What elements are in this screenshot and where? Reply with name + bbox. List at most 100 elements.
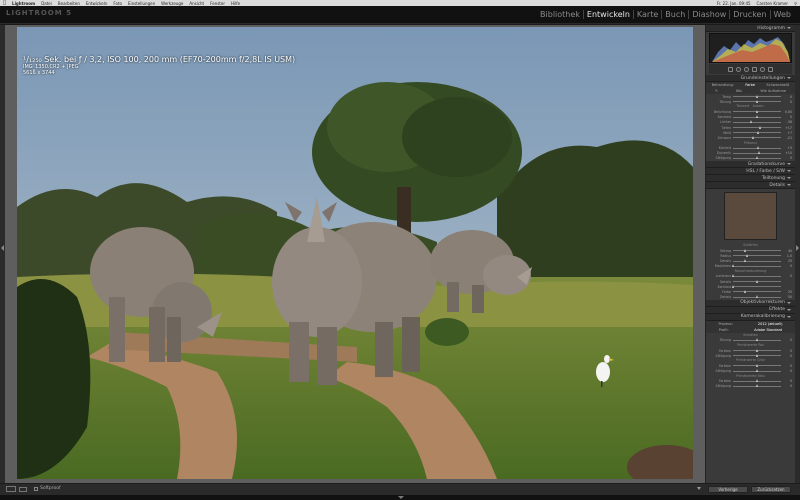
image-canvas[interactable]: ¹/₁₂₅₀ Sek. bei ƒ / 3,2, ISO 100, 200 mm… xyxy=(5,25,705,483)
toolbar-menu-icon[interactable] xyxy=(697,487,701,490)
compare-view-button[interactable] xyxy=(19,487,27,492)
brush-tool-icon[interactable] xyxy=(768,66,773,72)
slider-knob[interactable] xyxy=(759,125,762,129)
menu-item[interactable]: Hilfe xyxy=(231,1,240,6)
slider-knob[interactable] xyxy=(732,274,735,278)
menu-item[interactable]: Fenster xyxy=(210,1,225,6)
slider-knob[interactable] xyxy=(745,253,748,257)
menu-item[interactable]: Werkzeuge xyxy=(161,1,183,6)
slider-track[interactable] xyxy=(732,274,781,278)
slider-track[interactable] xyxy=(733,384,781,388)
radial-filter-icon[interactable] xyxy=(760,66,765,72)
slider-knob[interactable] xyxy=(756,130,759,134)
menu-item[interactable]: Datei xyxy=(41,1,52,6)
module-book[interactable]: Buch xyxy=(661,10,688,19)
auto-button[interactable]: Autom. xyxy=(753,104,765,108)
slider-knob[interactable] xyxy=(749,120,752,124)
softproof-toggle[interactable]: Softproof xyxy=(34,486,61,491)
slider-track[interactable] xyxy=(733,109,781,113)
slider-value[interactable]: 0 xyxy=(783,95,792,99)
graduated-filter-icon[interactable] xyxy=(752,66,757,72)
module-library[interactable]: Bibliothek xyxy=(537,10,583,19)
slider-value[interactable]: 1,0 xyxy=(783,254,792,258)
effects-header[interactable]: Effekte xyxy=(706,306,795,314)
slider-track[interactable] xyxy=(733,279,781,283)
split-toning-header[interactable]: Teiltonung xyxy=(706,175,795,183)
slider-track[interactable] xyxy=(733,248,781,252)
treatment-bw[interactable]: Schwarzweiß xyxy=(766,83,789,87)
slider-knob[interactable] xyxy=(755,353,758,357)
profile-select[interactable]: Adobe Standard xyxy=(754,328,782,332)
previous-button[interactable]: Vorherige xyxy=(708,486,748,493)
slider-value[interactable]: +17 xyxy=(783,126,792,130)
slider-track[interactable] xyxy=(733,379,781,383)
module-slideshow[interactable]: Diashow xyxy=(688,10,729,19)
slider-knob[interactable] xyxy=(744,248,747,252)
slider-value[interactable]: 0 xyxy=(783,364,792,368)
slider-value[interactable]: 0 xyxy=(783,274,792,278)
slider-value[interactable]: 0 xyxy=(783,369,792,373)
slider-value[interactable]: -36 xyxy=(783,120,792,124)
slider-value[interactable]: -21 xyxy=(783,136,792,140)
slider-knob[interactable] xyxy=(755,348,758,352)
treatment-color[interactable]: Farbe xyxy=(745,83,755,87)
slider-value[interactable]: +10 xyxy=(783,151,792,155)
slider-track[interactable] xyxy=(733,253,781,257)
menu-item[interactable]: Bearbeiten xyxy=(58,1,80,6)
lens-header[interactable]: Objektivkorrekturen xyxy=(706,299,795,307)
right-panel-toggle[interactable] xyxy=(795,25,800,483)
hsl-header[interactable]: HSL / Farbe / S/W xyxy=(706,168,795,176)
slider-value[interactable]: 40 xyxy=(783,249,792,253)
module-print[interactable]: Drucken xyxy=(729,10,769,19)
slider-track[interactable] xyxy=(733,353,781,357)
process-select[interactable]: 2012 (aktuell) xyxy=(758,322,783,326)
slider-track[interactable] xyxy=(733,156,781,160)
module-map[interactable]: Karte xyxy=(632,10,661,19)
slider-knob[interactable] xyxy=(756,146,759,150)
slider-track[interactable] xyxy=(733,115,781,119)
slider-knob[interactable] xyxy=(751,135,754,139)
filmstrip-toggle[interactable] xyxy=(0,495,800,500)
loupe-view-button[interactable] xyxy=(6,486,16,492)
slider-track[interactable] xyxy=(732,264,781,268)
slider-knob[interactable] xyxy=(755,379,758,383)
slider-value[interactable]: +7 xyxy=(783,131,792,135)
softproof-checkbox[interactable] xyxy=(34,486,38,491)
app-menu-name[interactable]: Lightroom xyxy=(12,1,35,6)
slider-knob[interactable] xyxy=(755,94,758,98)
slider-value[interactable]: 50 xyxy=(783,295,792,299)
slider-knob[interactable] xyxy=(755,156,758,160)
slider-track[interactable] xyxy=(733,130,781,134)
basic-header[interactable]: Grundeinstellungen xyxy=(706,75,795,82)
slider-track[interactable] xyxy=(733,289,781,293)
slider-knob[interactable] xyxy=(755,279,758,283)
slider-track[interactable] xyxy=(733,99,781,103)
slider-knob[interactable] xyxy=(755,109,758,113)
slider-track[interactable] xyxy=(733,120,781,124)
red-eye-icon[interactable] xyxy=(744,66,749,72)
slider-track[interactable] xyxy=(733,135,781,139)
slider-value[interactable]: 0 xyxy=(783,264,792,268)
slider-value[interactable]: 0 xyxy=(783,100,792,104)
reset-button[interactable]: Zurücksetzen xyxy=(751,486,791,493)
detail-header[interactable]: Details xyxy=(706,182,795,190)
slider-track[interactable] xyxy=(733,125,781,129)
histogram-header[interactable]: Histogramm xyxy=(706,25,795,32)
menu-item[interactable]: Entwickeln xyxy=(86,1,108,6)
calibration-header[interactable]: Kamerakalibrierung xyxy=(706,313,795,321)
wb-picker-icon[interactable]: ✎ xyxy=(715,89,718,93)
slider-value[interactable]: 0 xyxy=(783,384,792,388)
slider-track[interactable] xyxy=(733,348,781,352)
slider-knob[interactable] xyxy=(755,369,758,373)
slider-knob[interactable] xyxy=(732,264,735,268)
slider-value[interactable]: 0,00 xyxy=(783,110,792,114)
tone-curve-header[interactable]: Gradationskurve xyxy=(706,161,795,169)
slider-knob[interactable] xyxy=(755,295,758,299)
slider-track[interactable] xyxy=(733,369,781,373)
crop-tool-icon[interactable] xyxy=(728,66,733,72)
slider-track[interactable] xyxy=(733,295,781,299)
module-develop[interactable]: Entwickeln xyxy=(582,10,633,19)
slider-knob[interactable] xyxy=(755,363,758,367)
menu-item[interactable]: Einstellungen xyxy=(128,1,155,6)
spotlight-icon[interactable]: ⚲ xyxy=(794,1,797,6)
